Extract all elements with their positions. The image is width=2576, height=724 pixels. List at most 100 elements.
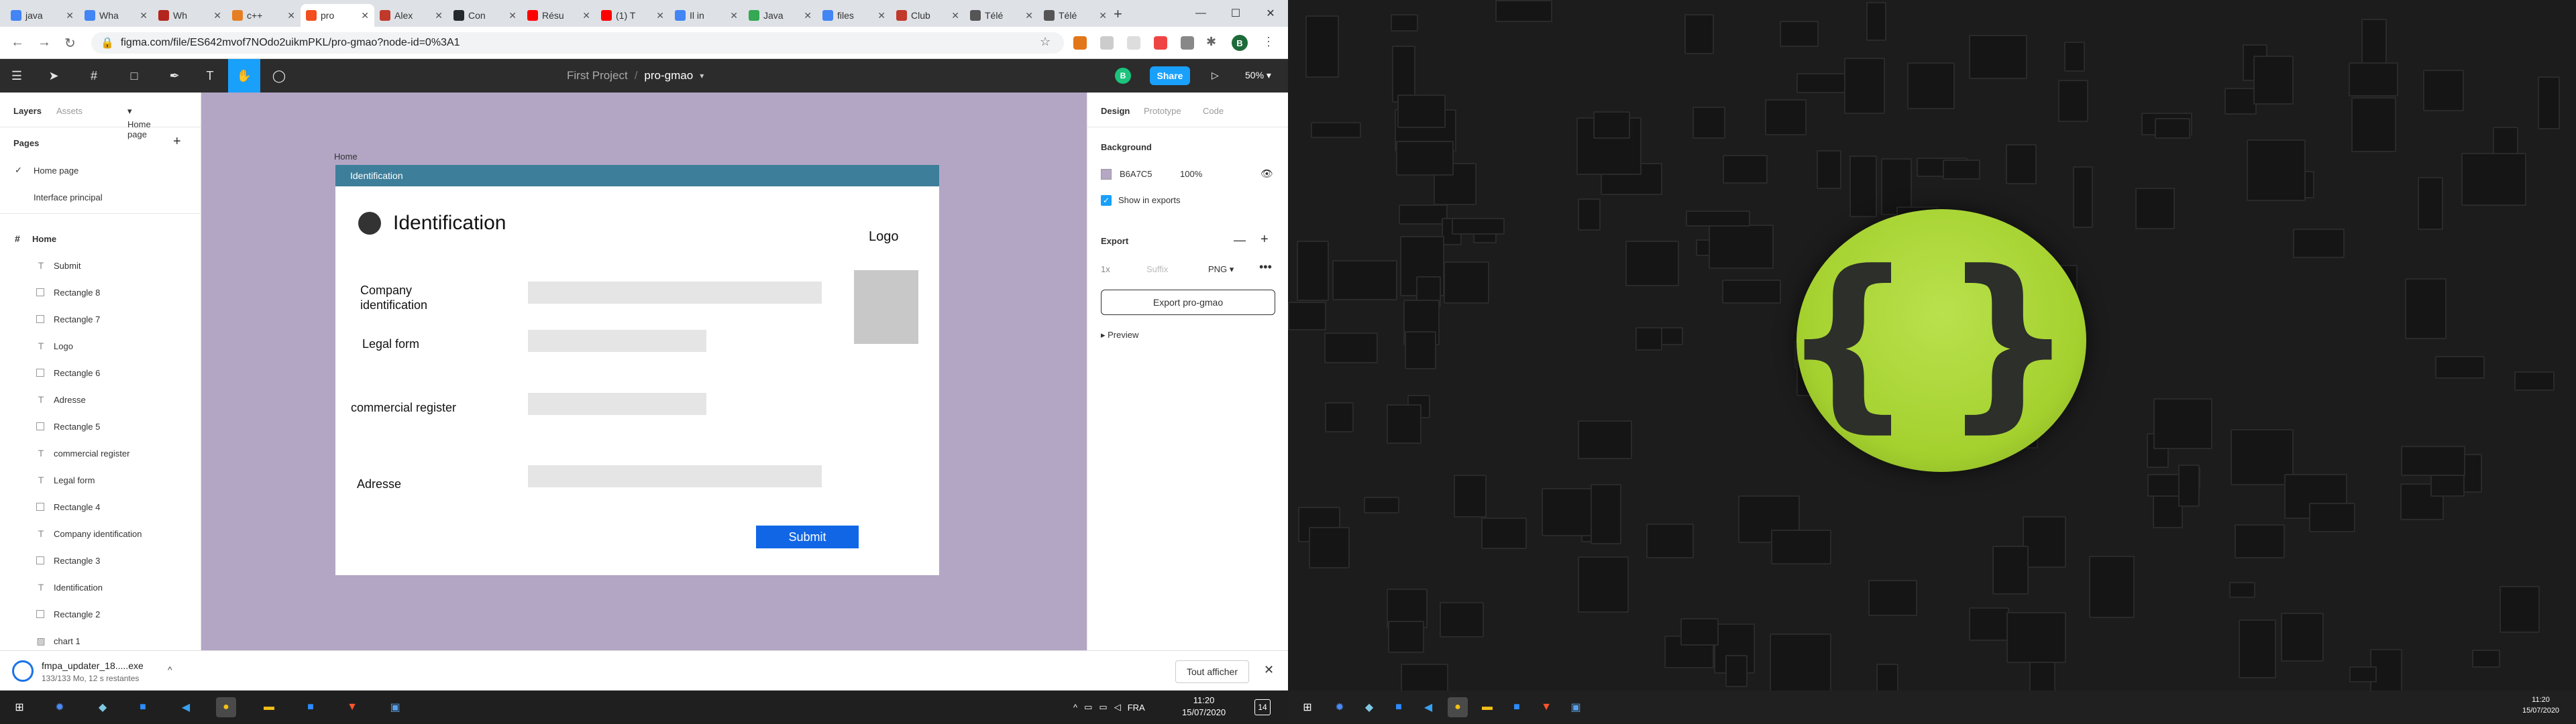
show-in-exports-checkbox[interactable]: ✓: [1101, 195, 1112, 206]
volume-icon[interactable]: ◁: [1114, 702, 1121, 713]
layer-row[interactable]: Rectangle 5: [0, 413, 201, 440]
settings-icon[interactable]: ✹: [1330, 697, 1350, 717]
comment-tool-icon[interactable]: ◯: [266, 59, 292, 93]
puzzle-icon[interactable]: ✱: [1206, 35, 1216, 49]
browser-tab[interactable]: Alex ✕: [374, 4, 448, 27]
remove-export-icon[interactable]: —: [1234, 233, 1246, 247]
close-window-icon[interactable]: ✕: [1253, 0, 1288, 27]
browser-tab[interactable]: Télé ✕: [1038, 4, 1112, 27]
browser-tab[interactable]: c++ ✕: [227, 4, 301, 27]
reload-icon[interactable]: ↻: [64, 35, 76, 52]
show-all-downloads-button[interactable]: Tout afficher: [1175, 660, 1249, 683]
layer-row[interactable]: T Submit: [0, 252, 201, 279]
browser-tab[interactable]: Java ✕: [743, 4, 817, 27]
export-button[interactable]: Export pro-gmao: [1101, 290, 1275, 315]
photos-icon[interactable]: ▣: [1566, 697, 1586, 717]
forward-icon[interactable]: →: [38, 35, 51, 50]
text-tool-icon[interactable]: T: [199, 59, 221, 93]
file-name[interactable]: pro-gmao: [644, 69, 693, 82]
browser-tab[interactable]: (1) T ✕: [596, 4, 669, 27]
network-icon[interactable]: ▭: [1084, 702, 1092, 713]
file-explorer-icon[interactable]: ▬: [1477, 697, 1497, 717]
tab-code[interactable]: Code: [1203, 106, 1224, 116]
url-field[interactable]: 🔒 figma.com/file/ES642mvof7NOdo2uikmPKL/…: [91, 32, 1064, 54]
close-tab-icon[interactable]: ✕: [1025, 10, 1033, 21]
browser-tab[interactable]: Résu ✕: [522, 4, 596, 27]
chevron-down-icon[interactable]: ▾: [700, 71, 704, 80]
browser-tab[interactable]: java ✕: [5, 4, 79, 27]
chevron-up-icon[interactable]: ^: [1073, 703, 1077, 713]
page-item-interface[interactable]: Interface principal: [0, 184, 201, 210]
layer-row[interactable]: T Legal form: [0, 467, 201, 493]
extension-icon[interactable]: [1181, 36, 1194, 50]
close-tab-icon[interactable]: ✕: [287, 10, 295, 21]
export-format-select[interactable]: PNG ▾: [1208, 264, 1234, 275]
close-tab-icon[interactable]: ✕: [66, 10, 74, 21]
vscode-icon[interactable]: ◀: [176, 697, 196, 717]
browser-tab[interactable]: pro ✕: [301, 4, 374, 27]
close-tab-icon[interactable]: ✕: [730, 10, 738, 21]
zoom-app-icon[interactable]: ■: [133, 697, 153, 717]
zoom-level[interactable]: 50% ▾: [1245, 70, 1271, 81]
app-icon[interactable]: ◆: [1359, 697, 1379, 717]
close-tab-icon[interactable]: ✕: [213, 10, 221, 21]
preview-toggle[interactable]: ▸ Preview: [1101, 330, 1138, 341]
page-selector[interactable]: Home page ▾: [127, 106, 151, 139]
design-frame[interactable]: Identification Identification Logo Compa…: [335, 165, 939, 575]
close-tab-icon[interactable]: ✕: [804, 10, 812, 21]
shape-tool-icon[interactable]: □: [121, 59, 148, 93]
project-name[interactable]: First Project: [567, 69, 628, 82]
minimize-icon[interactable]: —: [1183, 0, 1218, 27]
bookmark-star-icon[interactable]: ☆: [1040, 35, 1051, 49]
layer-row[interactable]: Tcommercial register: [0, 440, 201, 467]
close-tab-icon[interactable]: ✕: [361, 10, 369, 21]
close-tab-icon[interactable]: ✕: [877, 10, 885, 21]
layer-row[interactable]: Rectangle 6: [0, 359, 201, 386]
pen-tool-icon[interactable]: ✒: [161, 59, 188, 93]
windows-start-icon[interactable]: ⊞: [1297, 697, 1318, 717]
move-tool-icon[interactable]: ➤: [40, 59, 67, 93]
back-icon[interactable]: ←: [11, 35, 24, 50]
extension-icon[interactable]: [1100, 36, 1114, 50]
app-icon[interactable]: ◆: [93, 697, 113, 717]
figma-canvas[interactable]: Home Identification Identification Logo …: [201, 93, 1087, 650]
browser-tab[interactable]: files ✕: [817, 4, 891, 27]
close-tab-icon[interactable]: ✕: [508, 10, 517, 21]
close-tab-icon[interactable]: ✕: [1099, 10, 1107, 21]
vscode-icon[interactable]: ◀: [1418, 697, 1438, 717]
present-play-icon[interactable]: ▷: [1212, 70, 1219, 81]
layer-frame-home[interactable]: # Home: [0, 225, 201, 252]
brave-icon[interactable]: ▼: [1536, 697, 1556, 717]
frame-tool-icon[interactable]: #: [80, 59, 107, 93]
clock[interactable]: 11:20 15/07/2020: [2522, 695, 2559, 716]
background-color-swatch[interactable]: [1101, 169, 1112, 180]
app-icon[interactable]: ■: [301, 697, 321, 717]
browser-tab[interactable]: Il in ✕: [669, 4, 743, 27]
close-tab-icon[interactable]: ✕: [951, 10, 959, 21]
eye-icon[interactable]: 👁: [1260, 168, 1273, 180]
file-explorer-icon[interactable]: ▬: [259, 697, 279, 717]
app-icon[interactable]: ■: [1507, 697, 1527, 717]
main-menu-icon[interactable]: ☰: [5, 59, 28, 93]
metamask-extension-icon[interactable]: [1073, 36, 1087, 50]
tab-layers[interactable]: Layers: [13, 106, 42, 116]
hand-tool-icon[interactable]: ✋: [228, 59, 260, 93]
layer-row[interactable]: T Logo: [0, 333, 201, 359]
background-hex-input[interactable]: B6A7C5: [1120, 169, 1152, 179]
language-indicator[interactable]: FRA: [1128, 703, 1145, 713]
user-avatar[interactable]: B: [1115, 68, 1131, 84]
browser-tab[interactable]: Con ✕: [448, 4, 522, 27]
browser-tab[interactable]: Wha ✕: [79, 4, 153, 27]
extension-icon[interactable]: [1127, 36, 1140, 50]
chrome-profile-avatar[interactable]: B: [1232, 35, 1248, 51]
close-tab-icon[interactable]: ✕: [656, 10, 664, 21]
chrome-menu-icon[interactable]: ⋮: [1263, 35, 1275, 49]
layer-row[interactable]: Rectangle 2: [0, 601, 201, 627]
new-tab-button[interactable]: +: [1114, 5, 1122, 23]
export-scale-input[interactable]: 1x: [1101, 264, 1110, 274]
browser-tab[interactable]: Wh ✕: [153, 4, 227, 27]
zoom-app-icon[interactable]: ■: [1389, 697, 1409, 717]
chevron-up-icon[interactable]: ^: [168, 664, 172, 675]
download-file-name[interactable]: fmpa_updater_18.....exe: [42, 660, 144, 671]
close-tab-icon[interactable]: ✕: [582, 10, 590, 21]
